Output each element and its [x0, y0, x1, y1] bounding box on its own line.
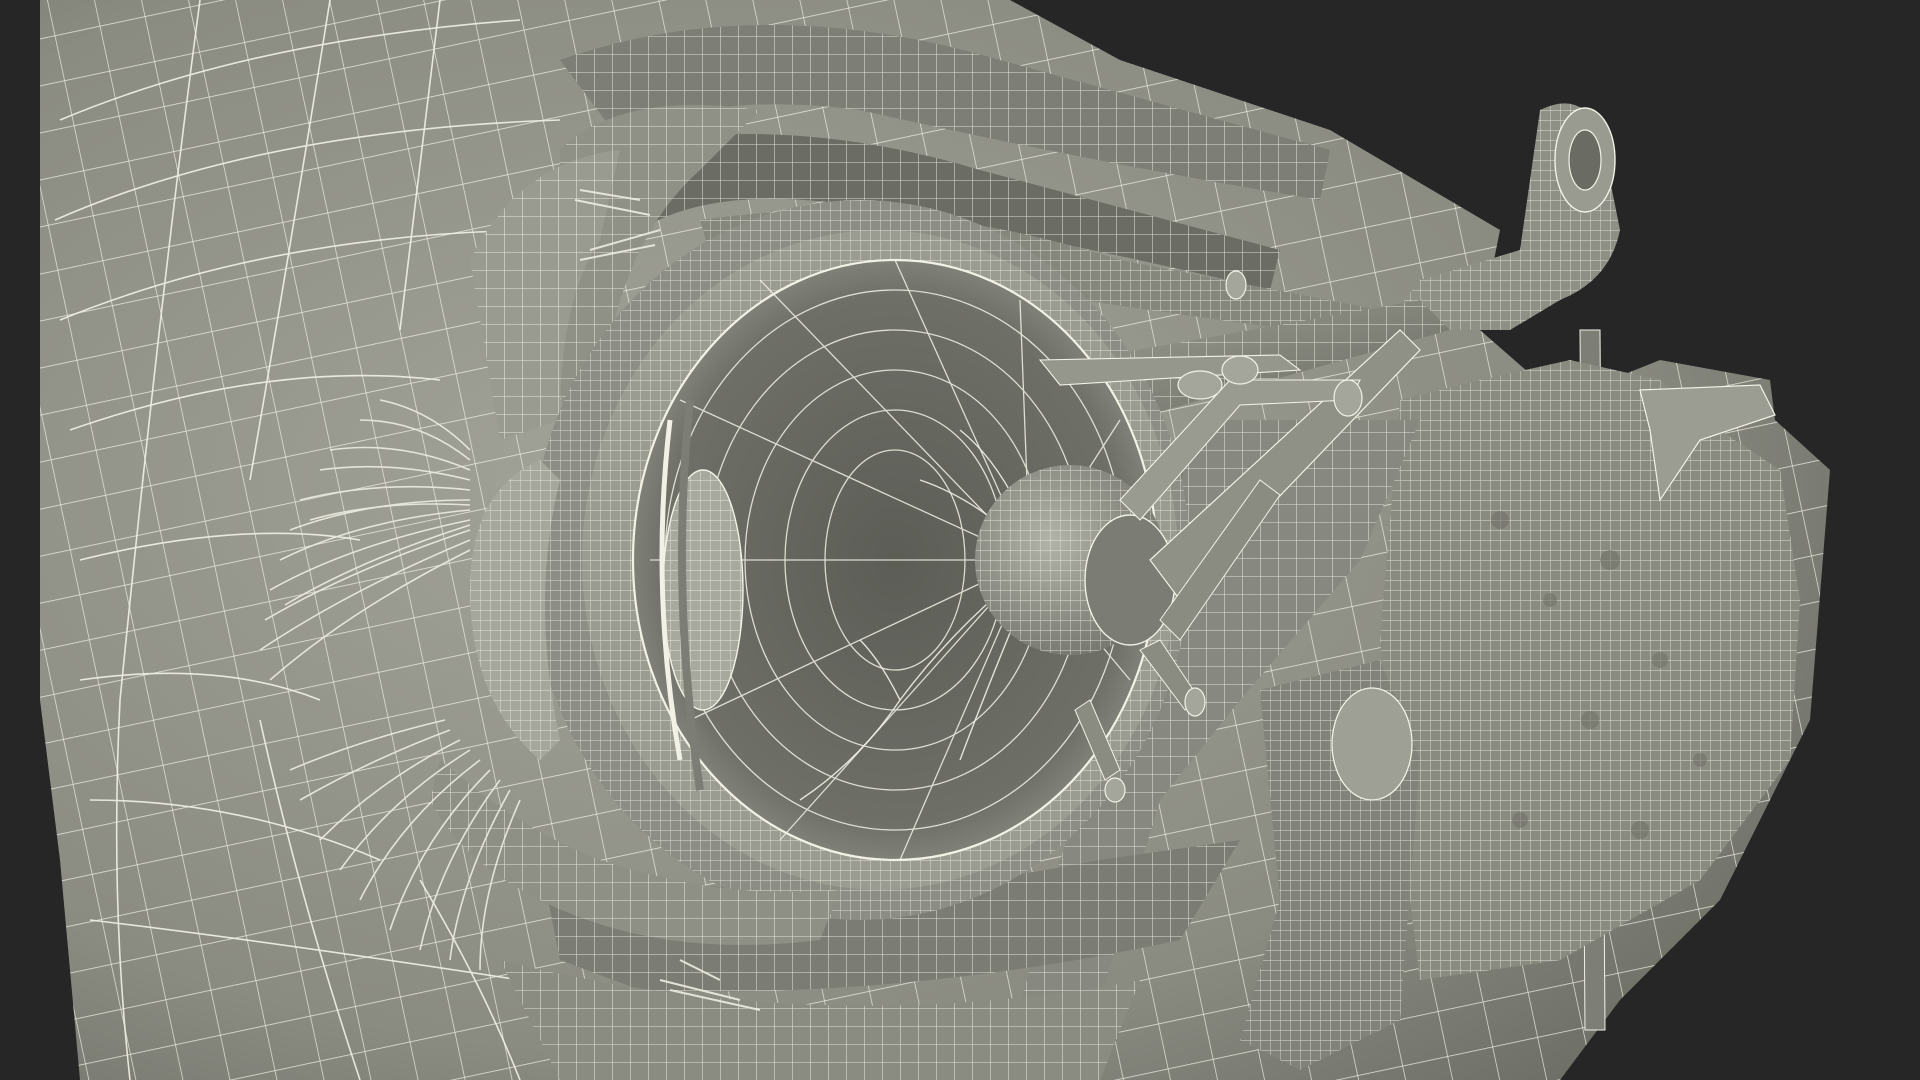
render-viewport	[0, 0, 1920, 1080]
crystalline-lens	[662, 469, 744, 711]
wireframe-render	[0, 0, 1920, 1080]
